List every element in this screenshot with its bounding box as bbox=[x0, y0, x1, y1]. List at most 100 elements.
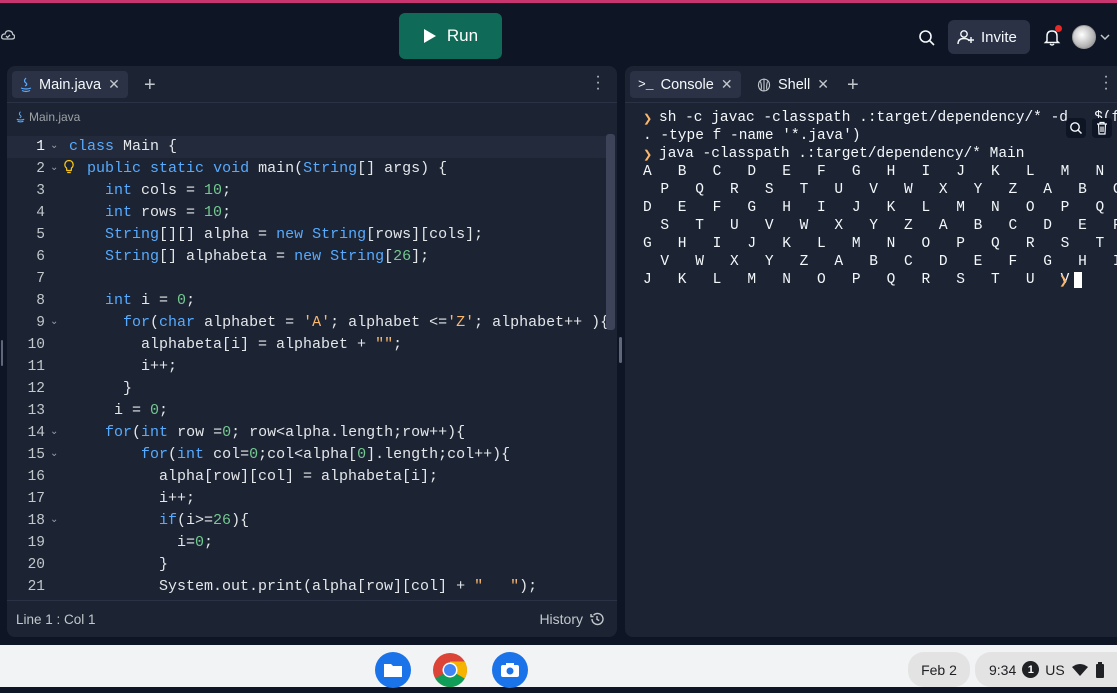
line-number: 4 bbox=[36, 205, 45, 221]
add-user-icon bbox=[957, 30, 974, 45]
line-number: 10 bbox=[27, 337, 45, 353]
code-text: i++; bbox=[69, 490, 196, 507]
code-text: i++; bbox=[69, 358, 178, 375]
console-tools bbox=[1066, 118, 1112, 138]
breadcrumb: Main.java bbox=[16, 110, 80, 124]
code-text: for(int col=0;col<alpha[0].length;col++)… bbox=[141, 446, 511, 463]
code-line[interactable]: 1 ⌄ class Main { bbox=[7, 136, 607, 158]
code-line[interactable]: 8 int i = 0; bbox=[7, 290, 607, 312]
prompt-chevron-icon: ❯ bbox=[643, 114, 653, 126]
code-line[interactable]: 20 } bbox=[7, 554, 607, 576]
close-icon[interactable]: ✕ bbox=[108, 76, 120, 93]
run-button[interactable]: Run bbox=[399, 13, 502, 59]
code-line[interactable]: 14 ⌄ for(int row =0; row<alpha.length;row… bbox=[7, 422, 607, 444]
code-line[interactable]: 19 i=0; bbox=[7, 532, 607, 554]
fold-chevron-icon[interactable]: ⌄ bbox=[50, 444, 58, 466]
code-line[interactable]: 10 alphabeta[i] = alphabet + ""; bbox=[7, 334, 607, 356]
code-line[interactable]: 6 String[] alphabeta = new String[26]; bbox=[7, 246, 607, 268]
code-text: for(char alphabet = 'A'; alphabet <='Z';… bbox=[123, 314, 610, 331]
invite-button-label: Invite bbox=[981, 28, 1017, 46]
tab-shell[interactable]: Shell ✕ bbox=[749, 71, 837, 98]
code-line[interactable]: 9 ⌄ for(char alphabet = 'A'; alphabet <='… bbox=[7, 312, 610, 334]
code-line[interactable]: 21 System.out.print(alpha[row][col] + " … bbox=[7, 576, 607, 598]
line-number: 2 bbox=[36, 161, 45, 177]
search-icon[interactable] bbox=[917, 28, 937, 48]
code-text: String[][] alpha = new String[rows][cols… bbox=[105, 226, 484, 243]
files-app-icon[interactable] bbox=[375, 652, 411, 688]
fold-chevron-icon[interactable]: ⌄ bbox=[50, 422, 58, 444]
camera-app-icon[interactable] bbox=[492, 652, 528, 688]
search-icon[interactable] bbox=[1066, 118, 1086, 138]
invite-button[interactable]: Invite bbox=[948, 20, 1030, 54]
output-line: G H I J K L M N O P Q R S T U bbox=[643, 236, 1117, 252]
code-text: String[] alphabeta = new String[26]; bbox=[105, 248, 430, 265]
code-line[interactable]: 15 ⌄ for(int col=0;col<alpha[0].length;co… bbox=[7, 444, 607, 466]
close-icon[interactable]: ✕ bbox=[721, 76, 733, 93]
tab-console[interactable]: >_ Console ✕ bbox=[630, 71, 741, 98]
java-file-icon bbox=[20, 77, 32, 92]
system-tray[interactable]: 9:34 1 US bbox=[975, 652, 1117, 687]
top-bar: Run Invite bbox=[0, 0, 1117, 64]
cloud-sync-icon[interactable] bbox=[0, 29, 17, 45]
code-text: alpha[row][col] = alphabeta[i]; bbox=[69, 468, 439, 485]
line-number: 21 bbox=[27, 579, 45, 595]
code-editor[interactable]: 1 ⌄ class Main {2 ⌄ public static void main… bbox=[7, 136, 610, 600]
avatar[interactable] bbox=[1072, 25, 1096, 49]
pane-resize-handle[interactable] bbox=[619, 337, 622, 363]
code-text: for(int row =0; row<alpha.length;row++){ bbox=[105, 424, 466, 441]
tab-main-java[interactable]: Main.java ✕ bbox=[12, 71, 128, 98]
output-line: S T U V W X Y Z A B C D E F bbox=[643, 218, 1117, 234]
console-pane: >_ Console ✕ Shell ✕ + · · · ❯ sh -c javac… bbox=[625, 66, 1117, 637]
line-number: 17 bbox=[27, 491, 45, 507]
line-number: 19 bbox=[27, 535, 45, 551]
chevron-down-icon[interactable] bbox=[1100, 33, 1110, 41]
code-line[interactable]: 4 int rows = 10; bbox=[7, 202, 607, 224]
command-line: java -classpath .:target/dependency/* Ma… bbox=[659, 146, 1025, 162]
code-text: System.out.print(alpha[row][col] + " "); bbox=[69, 578, 538, 595]
trash-icon[interactable] bbox=[1092, 118, 1112, 138]
code-line[interactable]: 16 alpha[row][col] = alphabeta[i]; bbox=[7, 466, 607, 488]
left-resize-handle[interactable] bbox=[1, 340, 3, 366]
code-line[interactable]: 13 i = 0; bbox=[7, 400, 607, 422]
fold-chevron-icon[interactable]: ⌄ bbox=[50, 312, 58, 334]
output-line: V W X Y Z A B C D E F G H I bbox=[643, 254, 1117, 270]
output-line: A B C D E F G H I J K L M N O bbox=[643, 164, 1117, 180]
code-line[interactable]: 12 } bbox=[7, 378, 607, 400]
code-line[interactable]: 18 ⌄ if(i>=26){ bbox=[7, 510, 607, 532]
code-line[interactable]: 11 i++; bbox=[7, 356, 607, 378]
code-line[interactable]: 3 int cols = 10; bbox=[7, 180, 607, 202]
code-line[interactable]: 5 String[][] alpha = new String[rows][co… bbox=[7, 224, 607, 246]
code-text: int rows = 10; bbox=[105, 204, 232, 221]
close-icon[interactable]: ✕ bbox=[817, 76, 829, 93]
terminal-prompt-icon: >_ bbox=[638, 77, 654, 92]
new-tab-plus-icon[interactable]: + bbox=[144, 74, 156, 97]
code-text: i = 0; bbox=[69, 402, 169, 419]
command-line: . -type f -name '*.java') bbox=[643, 128, 861, 144]
breadcrumb-file[interactable]: Main.java bbox=[29, 110, 80, 124]
fold-chevron-icon[interactable]: ⌄ bbox=[50, 158, 58, 180]
more-options-icon[interactable]: · · · bbox=[1101, 69, 1111, 97]
locale-text: US bbox=[1045, 661, 1065, 678]
line-number: 16 bbox=[27, 469, 45, 485]
chrome-browser-icon[interactable] bbox=[432, 652, 468, 688]
line-number: 15 bbox=[27, 447, 45, 463]
code-line[interactable]: 17 i++; bbox=[7, 488, 607, 510]
prompt-chevron-icon: ❯ bbox=[1059, 276, 1069, 288]
line-number: 9 bbox=[36, 315, 45, 331]
output-line: D E F G H I J K L M N O P Q R bbox=[643, 200, 1117, 216]
wifi-icon bbox=[1071, 663, 1088, 676]
date-display[interactable]: Feb 2 bbox=[908, 652, 970, 687]
code-text: if(i>=26){ bbox=[159, 512, 250, 529]
editor-scrollbar[interactable] bbox=[606, 134, 615, 330]
code-line[interactable]: 2 ⌄ public static void main(String[] args… bbox=[7, 158, 607, 180]
new-tab-plus-icon[interactable]: + bbox=[847, 74, 859, 97]
line-number: 3 bbox=[36, 183, 45, 199]
java-file-icon bbox=[16, 111, 25, 123]
code-line[interactable]: 7 bbox=[7, 268, 607, 290]
cursor-position: Line 1 : Col 1 bbox=[16, 612, 96, 627]
line-number: 12 bbox=[27, 381, 45, 397]
fold-chevron-icon[interactable]: ⌄ bbox=[50, 510, 58, 532]
history-button[interactable]: History bbox=[539, 611, 605, 627]
fold-chevron-icon[interactable]: ⌄ bbox=[50, 136, 58, 158]
more-options-icon[interactable]: · · · bbox=[593, 69, 603, 97]
